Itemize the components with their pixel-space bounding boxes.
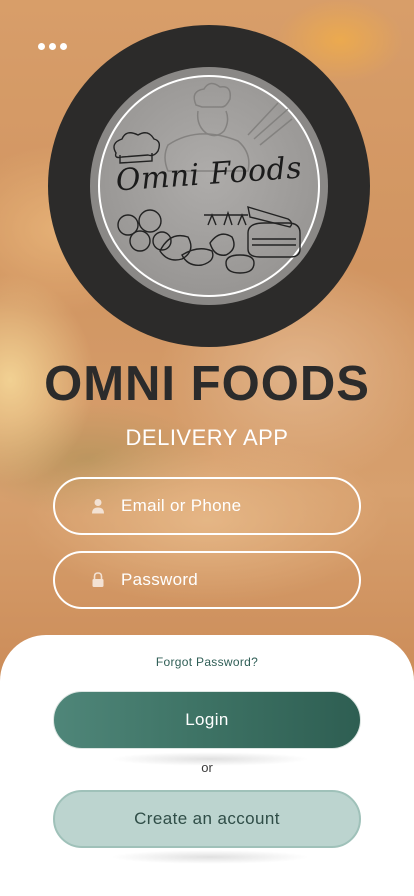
email-input[interactable] bbox=[121, 496, 341, 516]
email-field[interactable] bbox=[53, 477, 361, 535]
menu-dot bbox=[60, 43, 67, 50]
more-horizontal-icon[interactable] bbox=[38, 43, 67, 50]
menu-dot bbox=[38, 43, 45, 50]
or-divider-text: or bbox=[201, 760, 213, 775]
brand-subtitle: DELIVERY APP bbox=[125, 425, 289, 450]
password-field[interactable] bbox=[53, 551, 361, 609]
create-account-button[interactable]: Create an account bbox=[53, 790, 361, 848]
create-account-button-shadow bbox=[110, 850, 310, 864]
password-input[interactable] bbox=[121, 570, 341, 590]
login-button[interactable]: Login bbox=[53, 691, 361, 749]
lock-icon bbox=[91, 572, 105, 588]
menu-dot bbox=[49, 43, 56, 50]
user-icon bbox=[91, 498, 105, 514]
forgot-password-link[interactable]: Forgot Password? bbox=[0, 655, 414, 669]
brand-title: OMNI FOODS bbox=[44, 357, 370, 411]
